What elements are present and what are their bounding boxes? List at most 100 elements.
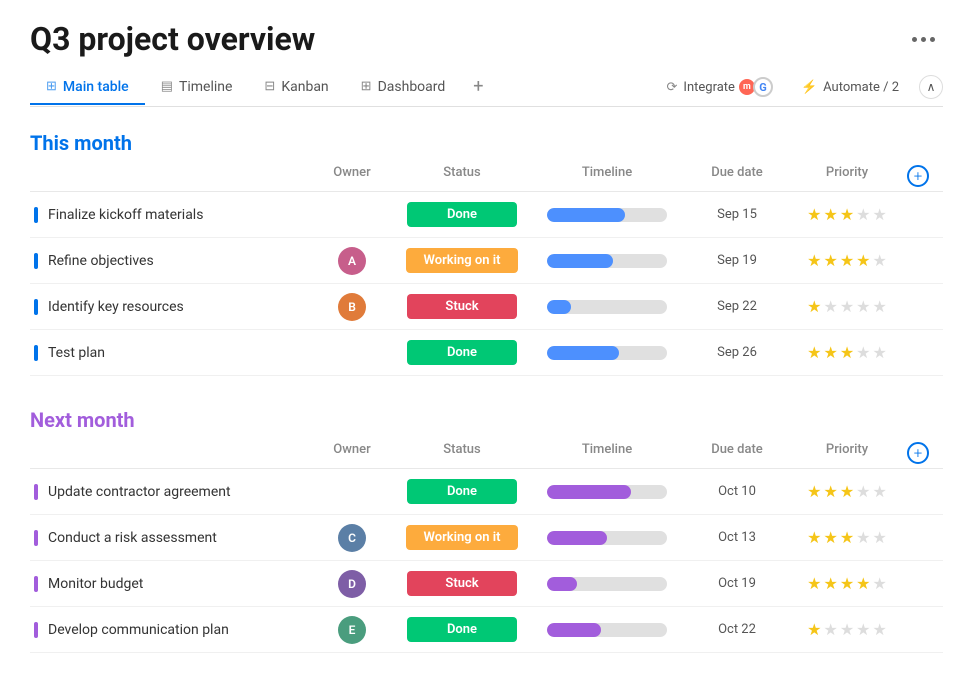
status-cell[interactable]: Done [397, 202, 527, 227]
main-container: Q3 project overview ⊞ Main table ▤ Timel… [0, 0, 973, 691]
star-4: ★ [856, 343, 870, 362]
table-row: Refine objectives A Working on it Sep 19… [30, 238, 943, 284]
timeline-bar [547, 346, 619, 360]
section-next-month: Next month Owner Status Timeline Due dat… [30, 404, 943, 653]
due-date-cell: Sep 26 [687, 345, 787, 360]
status-badge[interactable]: Working on it [406, 248, 519, 273]
status-cell[interactable]: Working on it [397, 248, 527, 273]
section-this-month: This month Owner Status Timeline Due dat… [30, 127, 943, 376]
chevron-up-icon: ∧ [927, 80, 936, 94]
col-timeline: Timeline [527, 165, 687, 187]
star-2: ★ [823, 251, 837, 270]
integrate-button[interactable]: ⟳ Integrate m G [659, 73, 781, 101]
automate-icon: ⚡ [801, 80, 817, 95]
due-date-cell: Sep 15 [687, 207, 787, 222]
task-name: Refine objectives [48, 253, 154, 269]
tab-add-button[interactable]: + [461, 68, 495, 107]
star-2: ★ [823, 620, 837, 639]
integrate-label: Integrate [683, 80, 735, 95]
status-badge[interactable]: Stuck [407, 294, 517, 319]
col-status: Status [397, 442, 527, 464]
star-1: ★ [807, 482, 821, 501]
status-badge[interactable]: Done [407, 202, 517, 227]
col-plus: + [907, 165, 943, 187]
priority-cell: ★ ★ ★ ★ ★ [787, 528, 907, 547]
tab-main-table[interactable]: ⊞ Main table [30, 71, 145, 105]
status-cell[interactable]: Done [397, 617, 527, 642]
timeline-bar-wrap [547, 485, 667, 499]
tab-kanban[interactable]: ⊟ Kanban [248, 71, 344, 105]
status-cell[interactable]: Done [397, 340, 527, 365]
star-3: ★ [840, 205, 854, 224]
star-1: ★ [807, 574, 821, 593]
tab-timeline-label: Timeline [179, 79, 232, 95]
status-badge[interactable]: Stuck [407, 571, 517, 596]
col-task [42, 165, 307, 187]
timeline-cell [527, 208, 687, 222]
timeline-bar-wrap [547, 531, 667, 545]
status-badge[interactable]: Done [407, 479, 517, 504]
section-header-next-month: Next month [30, 404, 943, 438]
star-5: ★ [873, 343, 887, 362]
chevron-up-button[interactable]: ∧ [919, 75, 943, 99]
star-1: ★ [807, 620, 821, 639]
owner-cell: B [307, 293, 397, 321]
col-task [42, 442, 307, 464]
timeline-bar-wrap [547, 208, 667, 222]
table-row: Finalize kickoff materials Done Sep 15 ★… [30, 192, 943, 238]
task-name: Monitor budget [48, 576, 143, 592]
status-cell[interactable]: Stuck [397, 294, 527, 319]
status-badge[interactable]: Working on it [406, 525, 519, 550]
section-title-next-month: Next month [30, 408, 135, 432]
more-button[interactable] [904, 33, 943, 46]
status-cell[interactable]: Done [397, 479, 527, 504]
due-date-cell: Oct 10 [687, 484, 787, 499]
avatar: A [338, 247, 366, 275]
priority-cell: ★ ★ ★ ★ ★ [787, 297, 907, 316]
task-cell: Refine objectives [30, 253, 307, 269]
star-5: ★ [873, 482, 887, 501]
timeline-bar [547, 300, 571, 314]
add-column-button-next-month[interactable]: + [907, 442, 929, 464]
col-due-date: Due date [687, 165, 787, 187]
table-icon: ⊞ [46, 79, 57, 94]
timeline-bar-wrap [547, 346, 667, 360]
automate-button[interactable]: ⚡ Automate / 2 [793, 76, 907, 99]
task-cell: Develop communication plan [30, 622, 307, 638]
priority-cell: ★ ★ ★ ★ ★ [787, 620, 907, 639]
status-cell[interactable]: Stuck [397, 571, 527, 596]
task-cell: Update contractor agreement [30, 484, 307, 500]
owner-cell: A [307, 247, 397, 275]
star-1: ★ [807, 205, 821, 224]
kanban-icon: ⊟ [264, 79, 275, 94]
row-accent [34, 484, 38, 500]
add-column-button-this-month[interactable]: + [907, 165, 929, 187]
timeline-bar [547, 208, 625, 222]
star-2: ★ [823, 297, 837, 316]
table-row: Update contractor agreement Done Oct 10 … [30, 469, 943, 515]
star-3: ★ [840, 620, 854, 639]
table-row: Monitor budget D Stuck Oct 19 ★ ★ ★ ★ ★ [30, 561, 943, 607]
task-name: Conduct a risk assessment [48, 530, 217, 546]
col-owner: Owner [307, 442, 397, 464]
star-4: ★ [856, 251, 870, 270]
status-cell[interactable]: Working on it [397, 525, 527, 550]
tab-timeline[interactable]: ▤ Timeline [145, 71, 249, 105]
status-badge[interactable]: Done [407, 617, 517, 642]
col-priority: Priority [787, 442, 907, 464]
priority-cell: ★ ★ ★ ★ ★ [787, 482, 907, 501]
integrate-icon: ⟳ [667, 80, 678, 95]
integrate-icons: m G [741, 77, 773, 97]
timeline-bar-wrap [547, 300, 667, 314]
star-5: ★ [873, 574, 887, 593]
task-name: Update contractor agreement [48, 484, 231, 500]
automate-label: Automate / 2 [823, 80, 899, 95]
priority-cell: ★ ★ ★ ★ ★ [787, 343, 907, 362]
star-2: ★ [823, 205, 837, 224]
row-accent [34, 253, 38, 269]
tab-dashboard[interactable]: ⊞ Dashboard [345, 71, 462, 105]
status-badge[interactable]: Done [407, 340, 517, 365]
due-date-cell: Sep 22 [687, 299, 787, 314]
table-row: Develop communication plan E Done Oct 22… [30, 607, 943, 653]
tabs-right: ⟳ Integrate m G ⚡ Automate / 2 ∧ [659, 73, 943, 101]
